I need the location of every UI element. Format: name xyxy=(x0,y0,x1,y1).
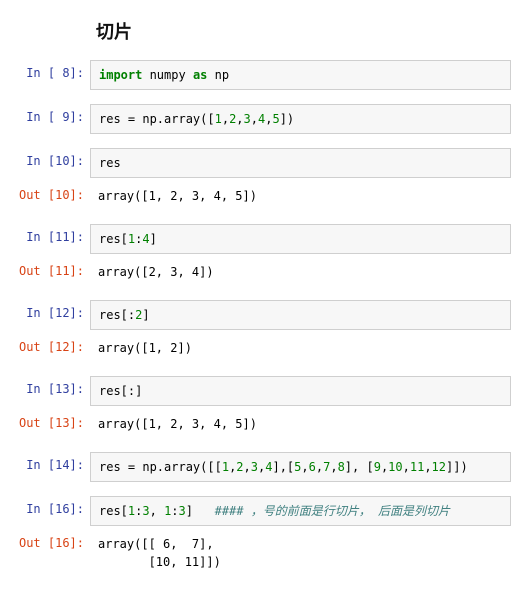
input-cell: In [11]:res[1:4] xyxy=(0,224,511,254)
code-token: res = np.array([ xyxy=(99,112,215,126)
code-input[interactable]: res = np.array([1,2,3,4,5]) xyxy=(90,104,511,134)
input-cell: In [ 8]:import numpy as np xyxy=(0,60,511,90)
code-token: np xyxy=(207,68,229,82)
cell-gap xyxy=(0,482,511,496)
code-token: , xyxy=(236,112,243,126)
code-token: ]]) xyxy=(446,460,468,474)
code-input[interactable]: res[:] xyxy=(90,376,511,406)
in-prompt: In [13]: xyxy=(0,376,90,402)
code-token: 2 xyxy=(236,460,243,474)
code-token: ] xyxy=(186,504,215,518)
code-token: res[:] xyxy=(99,384,142,398)
in-prompt: In [ 9]: xyxy=(0,104,90,130)
code-token: 11 xyxy=(410,460,424,474)
code-token: 1 xyxy=(215,112,222,126)
code-token: 8 xyxy=(338,460,345,474)
code-token: : xyxy=(135,504,142,518)
code-input[interactable]: res[:2] xyxy=(90,300,511,330)
code-token: as xyxy=(193,68,207,82)
code-token: , xyxy=(222,112,229,126)
code-input[interactable]: res[1:4] xyxy=(90,224,511,254)
code-input[interactable]: import numpy as np xyxy=(90,60,511,90)
cell-gap xyxy=(0,286,511,300)
in-prompt: In [11]: xyxy=(0,224,90,250)
in-prompt: In [14]: xyxy=(0,452,90,478)
input-cell: In [12]:res[:2] xyxy=(0,300,511,330)
code-token: 3 xyxy=(244,112,251,126)
output-text: array([[ 6, 7], [10, 11]]) xyxy=(90,530,511,576)
code-token: , xyxy=(301,460,308,474)
cell-gap xyxy=(0,362,511,376)
code-input[interactable]: res xyxy=(90,148,511,178)
output-cell: Out [16]:array([[ 6, 7], [10, 11]]) xyxy=(0,530,511,576)
code-token: res[ xyxy=(99,232,128,246)
code-token: 1 xyxy=(128,504,135,518)
code-token: import xyxy=(99,68,142,82)
output-cell: Out [10]:array([1, 2, 3, 4, 5]) xyxy=(0,182,511,210)
cells-list: In [ 8]:import numpy as npIn [ 9]:res = … xyxy=(0,60,511,576)
cell-gap xyxy=(0,134,511,148)
input-cell: In [10]: res xyxy=(0,148,511,178)
code-token: , xyxy=(316,460,323,474)
input-cell: In [ 9]:res = np.array([1,2,3,4,5]) xyxy=(0,104,511,134)
code-token: 1 xyxy=(164,504,171,518)
code-token: , xyxy=(403,460,410,474)
output-cell: Out [11]:array([2, 3, 4]) xyxy=(0,258,511,286)
code-token: : xyxy=(171,504,178,518)
notebook-container: 切片 In [ 8]:import numpy as npIn [ 9]:res… xyxy=(0,0,511,596)
code-token: numpy xyxy=(142,68,193,82)
out-prompt: Out [16]: xyxy=(0,530,90,556)
output-cell: Out [13]:array([1, 2, 3, 4, 5]) xyxy=(0,410,511,438)
code-token: 5 xyxy=(272,112,279,126)
in-prompt: In [12]: xyxy=(0,300,90,326)
code-token: , xyxy=(251,112,258,126)
output-text: array([2, 3, 4]) xyxy=(90,258,511,286)
code-token: , xyxy=(424,460,431,474)
code-token: , xyxy=(244,460,251,474)
code-token: res xyxy=(99,156,121,170)
code-token: 10 xyxy=(388,460,402,474)
code-token: #### ，号的前面是行切片， 后面是列切片 xyxy=(215,504,450,518)
in-prompt: In [ 8]: xyxy=(0,60,90,86)
code-token: res[ xyxy=(99,504,128,518)
cell-gap xyxy=(0,210,511,224)
input-cell: In [16]:res[1:3, 1:3] #### ，号的前面是行切片， 后面… xyxy=(0,496,511,526)
code-token: , xyxy=(150,504,164,518)
code-input[interactable]: res = np.array([[1,2,3,4],[5,6,7,8], [9,… xyxy=(90,452,511,482)
code-token: 3 xyxy=(142,504,149,518)
code-token: 6 xyxy=(309,460,316,474)
code-token: ] xyxy=(150,232,157,246)
out-prompt: Out [12]: xyxy=(0,334,90,360)
code-token: ]) xyxy=(280,112,294,126)
section-title: 切片 xyxy=(96,18,511,44)
input-cell: In [14]:res = np.array([[1,2,3,4],[5,6,7… xyxy=(0,452,511,482)
out-prompt: Out [11]: xyxy=(0,258,90,284)
output-text: array([1, 2, 3, 4, 5]) xyxy=(90,410,511,438)
code-token: res = np.array([[ xyxy=(99,460,222,474)
out-prompt: Out [13]: xyxy=(0,410,90,436)
output-text: array([1, 2]) xyxy=(90,334,511,362)
code-token: 4 xyxy=(142,232,149,246)
code-token: 9 xyxy=(374,460,381,474)
code-token: ] xyxy=(142,308,149,322)
cell-gap xyxy=(0,438,511,452)
code-input[interactable]: res[1:3, 1:3] #### ，号的前面是行切片， 后面是列切片 xyxy=(90,496,511,526)
out-prompt: Out [10]: xyxy=(0,182,90,208)
input-cell: In [13]: res[:] xyxy=(0,376,511,406)
code-token: , xyxy=(330,460,337,474)
code-token: 3 xyxy=(251,460,258,474)
code-token: 12 xyxy=(432,460,446,474)
code-token: ],[ xyxy=(272,460,294,474)
output-cell: Out [12]:array([1, 2]) xyxy=(0,334,511,362)
code-token: 1 xyxy=(222,460,229,474)
code-token: 3 xyxy=(179,504,186,518)
cell-gap xyxy=(0,90,511,104)
output-text: array([1, 2, 3, 4, 5]) xyxy=(90,182,511,210)
code-token: res[: xyxy=(99,308,135,322)
in-prompt: In [10]: xyxy=(0,148,90,174)
code-token: ], [ xyxy=(345,460,374,474)
